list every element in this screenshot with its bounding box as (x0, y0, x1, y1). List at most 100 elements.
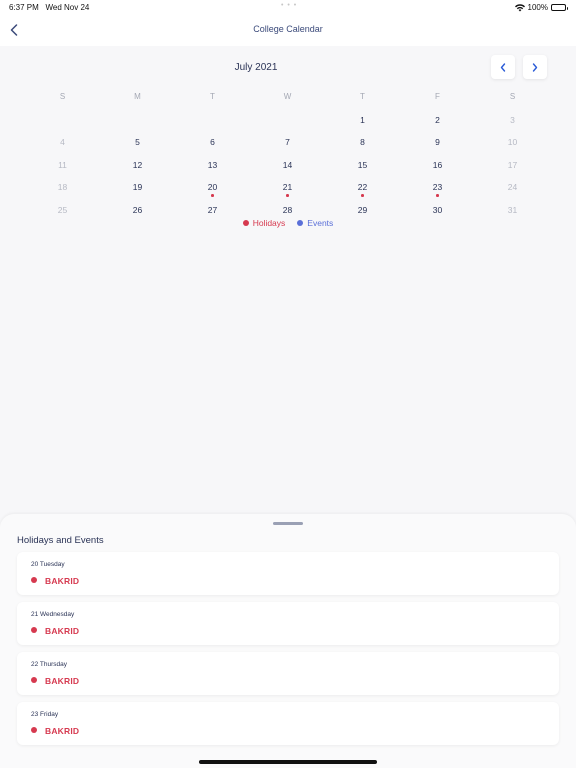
calendar-legend: Holidays Events (0, 218, 576, 228)
weekday-label: W (283, 92, 292, 101)
holiday-dot-icon (31, 727, 37, 733)
calendar-day[interactable]: 20 (175, 178, 250, 201)
calendar-empty-cell (250, 111, 325, 134)
calendar-day[interactable]: 23 (400, 178, 475, 201)
holiday-dot-icon (242, 220, 249, 226)
legend-holidays-label: Holidays (252, 218, 286, 228)
calendar-day-number: 12 (132, 159, 143, 170)
weekday-header-row: S M T W T F S (25, 88, 550, 111)
calendar-day[interactable]: 9 (400, 133, 475, 156)
weekday-label: S (59, 92, 66, 101)
calendar-day[interactable]: 11 (25, 156, 100, 179)
calendar-day-number: 26 (132, 204, 143, 215)
event-date: 23 Friday (31, 711, 59, 718)
calendar-day-number: 7 (285, 137, 290, 147)
calendar-day[interactable]: 7 (250, 133, 325, 156)
calendar-day-number: 30 (432, 204, 443, 215)
calendar-day[interactable]: 18 (25, 178, 100, 201)
calendar-day-number: 2 (435, 114, 440, 125)
calendar-day-number: 27 (207, 204, 218, 215)
calendar-day[interactable]: 4 (25, 133, 100, 156)
event-card[interactable]: 22 Thursday BAKRID (17, 652, 559, 695)
calendar-day[interactable]: 15 (325, 156, 400, 179)
month-title: July 2021 (234, 62, 278, 73)
event-card[interactable]: 21 Wednesday BAKRID (17, 602, 559, 645)
calendar-day-number: 16 (432, 159, 443, 170)
weekday-label: T (360, 92, 365, 101)
multitasking-dots[interactable]: • • • (281, 2, 297, 9)
calendar-week-row: 4 5 6 7 8 9 10 (25, 133, 550, 156)
calendar-day-number: 28 (282, 204, 293, 215)
calendar-week-row: 18 19 20 21 22 23 24 (25, 178, 550, 201)
calendar-day[interactable]: 21 (250, 178, 325, 201)
calendar-empty-cell (25, 111, 100, 134)
status-bar: 6:37 PM Wed Nov 24 • • • 100% (0, 0, 576, 16)
calendar-day[interactable]: 17 (475, 156, 550, 179)
calendar-day[interactable]: 22 (325, 178, 400, 201)
event-card[interactable]: 23 Friday BAKRID (17, 702, 559, 745)
calendar-weeks: 1 2 3 4 5 6 7 8 9 10 11 12 13 14 15 16 17 18 19 20 21 22 23 24 2… (25, 111, 550, 224)
calendar-day-number: 18 (57, 182, 68, 192)
calendar-day-number: 24 (507, 182, 518, 192)
calendar-day-number: 14 (282, 159, 293, 170)
home-indicator[interactable] (199, 760, 377, 764)
calendar-day-number: 13 (207, 159, 218, 170)
calendar-empty-cell (175, 111, 250, 134)
nav-bar: College Calendar (0, 16, 576, 46)
calendar-day[interactable]: 19 (100, 178, 175, 201)
event-date: 22 Thursday (31, 661, 68, 668)
calendar-day[interactable]: 12 (100, 156, 175, 179)
calendar-day[interactable]: 1 (325, 111, 400, 134)
holiday-dot-icon (31, 627, 37, 633)
calendar-day-number: 29 (357, 204, 368, 215)
holiday-dot-icon (31, 677, 37, 683)
calendar-day[interactable]: 8 (325, 133, 400, 156)
calendar-day-number: 20 (207, 182, 218, 192)
event-card[interactable]: 20 Tuesday BAKRID (17, 552, 559, 595)
battery-percent: 100% (527, 3, 548, 12)
calendar-week-row: 11 12 13 14 15 16 17 (25, 156, 550, 179)
chevron-right-icon (532, 62, 538, 72)
chevron-left-icon (500, 62, 506, 72)
legend-events-label: Events (307, 218, 334, 228)
calendar-day[interactable]: 3 (475, 111, 550, 134)
calendar-day-number: 25 (57, 204, 68, 215)
calendar-day-number: 1 (360, 114, 365, 125)
calendar-day-number: 17 (507, 159, 518, 170)
calendar-day-number: 4 (60, 137, 65, 147)
event-date: 20 Tuesday (31, 561, 65, 568)
weekday-label: M (134, 92, 141, 101)
sheet-drag-handle[interactable] (273, 522, 303, 525)
calendar-day-number: 3 (510, 114, 515, 125)
holiday-dot-icon (31, 577, 37, 583)
calendar-day-number: 23 (432, 182, 443, 192)
calendar-day-number: 10 (507, 137, 518, 147)
legend-events: Events (297, 218, 333, 228)
event-name: BAKRID (45, 726, 80, 736)
holiday-marker-icon (286, 194, 289, 197)
calendar-week-row: 1 2 3 (25, 111, 550, 134)
calendar-day-number: 11 (58, 159, 67, 170)
calendar-day[interactable]: 14 (250, 156, 325, 179)
calendar-day[interactable]: 13 (175, 156, 250, 179)
event-name: BAKRID (45, 676, 80, 686)
calendar-day[interactable]: 10 (475, 133, 550, 156)
calendar-grid: S M T W T F S 1 2 3 4 5 6 7 8 9 10 11 12 13 14 15 16 17 1… (25, 88, 550, 223)
wifi-icon (514, 3, 525, 11)
calendar-day-number: 8 (360, 137, 365, 147)
prev-month-button[interactable] (491, 55, 515, 79)
calendar-day[interactable]: 6 (175, 133, 250, 156)
calendar-day-number: 21 (282, 182, 293, 192)
weekday-label: T (210, 92, 215, 101)
next-month-button[interactable] (523, 55, 547, 79)
calendar-day-number: 31 (507, 204, 518, 215)
event-date: 21 Wednesday (31, 611, 75, 618)
calendar-day[interactable]: 24 (475, 178, 550, 201)
calendar-day[interactable]: 5 (100, 133, 175, 156)
calendar-day[interactable]: 2 (400, 111, 475, 134)
event-dot-icon (297, 220, 304, 226)
weekday-label: S (509, 92, 516, 101)
calendar-day[interactable]: 16 (400, 156, 475, 179)
battery-icon (551, 4, 568, 11)
calendar-day-number: 22 (357, 182, 368, 192)
